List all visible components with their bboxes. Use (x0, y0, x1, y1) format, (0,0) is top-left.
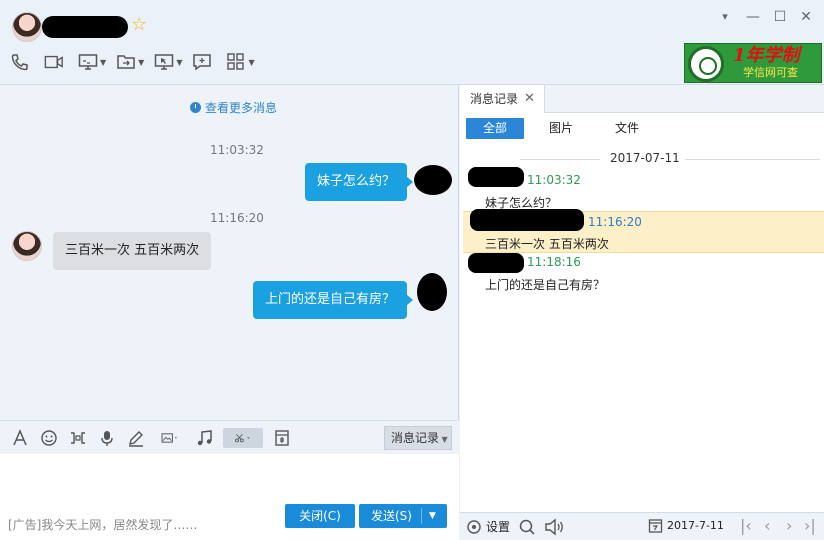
bubble-tail (406, 294, 413, 306)
tab-message-history[interactable]: 消息记录 ✕ (460, 85, 545, 113)
prev-page-icon[interactable]: ‹ (764, 516, 770, 535)
history-footer: 设置 2017-7-11 |‹ ‹ › ›| (460, 512, 824, 540)
message-timestamp: 11:03:32 (210, 143, 264, 157)
video-icon[interactable] (44, 52, 64, 72)
speaker-icon[interactable] (544, 518, 566, 536)
settings-label: 设置 (486, 520, 511, 534)
footer-date: 2017-7-11 (667, 519, 724, 532)
contact-avatar[interactable] (12, 231, 42, 261)
filter-images[interactable]: 图片 (532, 118, 590, 139)
close-icon[interactable]: ✕ (524, 85, 535, 113)
history-panel: 消息记录 ✕ 全部 图片 文件 2017-07-11 11:03:32 妹子怎么… (460, 85, 824, 540)
redacted-avatar (414, 165, 452, 195)
chevron-down-icon[interactable]: ▼ (248, 58, 254, 67)
chat-header: ☆ ▾ — ☐ ✕ ▼ ▼ ▼ ▼ 1年学制 学信网可查 (0, 0, 824, 85)
settings-button[interactable]: 设置 (466, 518, 510, 535)
first-page-icon[interactable]: |‹ (740, 516, 752, 535)
compose-toolbar: 消息记录 ▼ (0, 420, 459, 454)
font-icon[interactable] (10, 428, 30, 448)
record-time: 11:03:32 (527, 173, 581, 187)
clock-icon (190, 102, 201, 113)
emoji-icon[interactable] (39, 428, 59, 448)
file-transfer-icon[interactable] (116, 52, 136, 72)
date-label: 2017-07-11 (610, 151, 680, 165)
calendar-date-picker[interactable]: 2017-7-11 (648, 518, 724, 533)
record-text[interactable]: 三百米一次 五百米两次 (485, 235, 609, 252)
chevron-down-icon[interactable]: ▼ (138, 58, 144, 67)
remote-assist-icon[interactable] (154, 52, 174, 72)
music-icon[interactable] (194, 428, 214, 448)
last-page-icon[interactable]: ›| (804, 516, 816, 535)
record-time: 11:16:20 (588, 215, 642, 229)
chat-pane: 查看更多消息 11:03:32 妹子怎么约？ 11:16:20 三百米一次 五百… (0, 85, 459, 420)
view-more-messages-label: 查看更多消息 (205, 101, 278, 115)
search-icon[interactable] (518, 518, 536, 536)
ad-text-link[interactable]: [广告]我今天上网，居然发现了…… (8, 516, 197, 533)
call-toolbar: ▼ ▼ ▼ ▼ (10, 52, 265, 72)
sender-name-redacted (468, 167, 524, 187)
calendar-icon (648, 519, 663, 533)
record-text[interactable]: 上门的还是自己有房？ (485, 276, 605, 293)
send-button-label: 发送(S) (371, 509, 412, 523)
message-timestamp: 11:16:20 (210, 211, 264, 225)
red-envelope-icon[interactable] (272, 428, 292, 448)
next-page-icon[interactable]: › (786, 516, 792, 535)
gif-icon[interactable] (68, 428, 88, 448)
divider (421, 508, 422, 524)
maximize-icon[interactable]: ☐ (771, 8, 789, 26)
ad-title: 1年学制 (733, 45, 800, 66)
school-seal-icon (688, 46, 724, 82)
chevron-down-icon[interactable]: ▾ (716, 8, 734, 26)
record-time: 11:18:16 (527, 255, 581, 269)
history-tab-bar: 消息记录 ✕ (460, 85, 824, 113)
image-icon[interactable] (155, 428, 185, 448)
sender-name-redacted (470, 209, 584, 231)
sender-name-redacted (468, 253, 524, 273)
message-bubble-outgoing[interactable]: 上门的还是自己有房？ (253, 281, 408, 319)
redacted-avatar (417, 273, 447, 311)
date-separator: 2017-07-11 (460, 151, 824, 167)
ad-subtitle: 学信网可查 (743, 66, 798, 79)
history-filter-tabs: 全部 图片 文件 (466, 118, 664, 139)
view-more-messages-link[interactable]: 查看更多消息 (190, 99, 277, 116)
screenshot-scissors-icon[interactable] (223, 428, 263, 448)
close-button[interactable]: 关闭(C) (285, 504, 355, 528)
ad-banner[interactable]: 1年学制 学信网可查 (684, 43, 822, 83)
contact-name-redacted[interactable] (42, 16, 128, 38)
gear-icon (467, 519, 481, 534)
message-bubble-outgoing[interactable]: 妹子怎么约？ (305, 163, 408, 201)
filter-all[interactable]: 全部 (466, 118, 524, 139)
chevron-down-icon[interactable]: ▼ (429, 504, 436, 528)
phone-icon[interactable] (10, 52, 30, 72)
minimize-icon[interactable]: — (744, 8, 762, 26)
message-history-button[interactable]: 消息记录 ▼ (384, 426, 452, 450)
send-button[interactable]: 发送(S) ▼ (359, 504, 447, 528)
message-input[interactable]: [广告]我今天上网，居然发现了…… 关闭(C) 发送(S) ▼ (0, 454, 459, 540)
chevron-down-icon[interactable]: ▼ (100, 58, 106, 67)
message-history-label: 消息记录 (391, 431, 440, 445)
message-icon[interactable] (192, 52, 212, 72)
message-bubble-incoming[interactable]: 三百米一次 五百米两次 (53, 232, 212, 270)
avatar[interactable] (12, 12, 42, 42)
chevron-down-icon[interactable]: ▼ (176, 58, 182, 67)
apps-grid-icon[interactable] (226, 52, 246, 72)
screen-share-icon[interactable] (78, 52, 98, 72)
filter-files[interactable]: 文件 (598, 118, 656, 139)
star-icon[interactable]: ☆ (131, 14, 147, 36)
pen-icon[interactable] (126, 428, 146, 448)
bubble-tail (406, 176, 413, 188)
tab-label: 消息记录 (470, 92, 519, 106)
close-icon[interactable]: ✕ (797, 8, 815, 26)
microphone-icon[interactable] (97, 428, 117, 448)
